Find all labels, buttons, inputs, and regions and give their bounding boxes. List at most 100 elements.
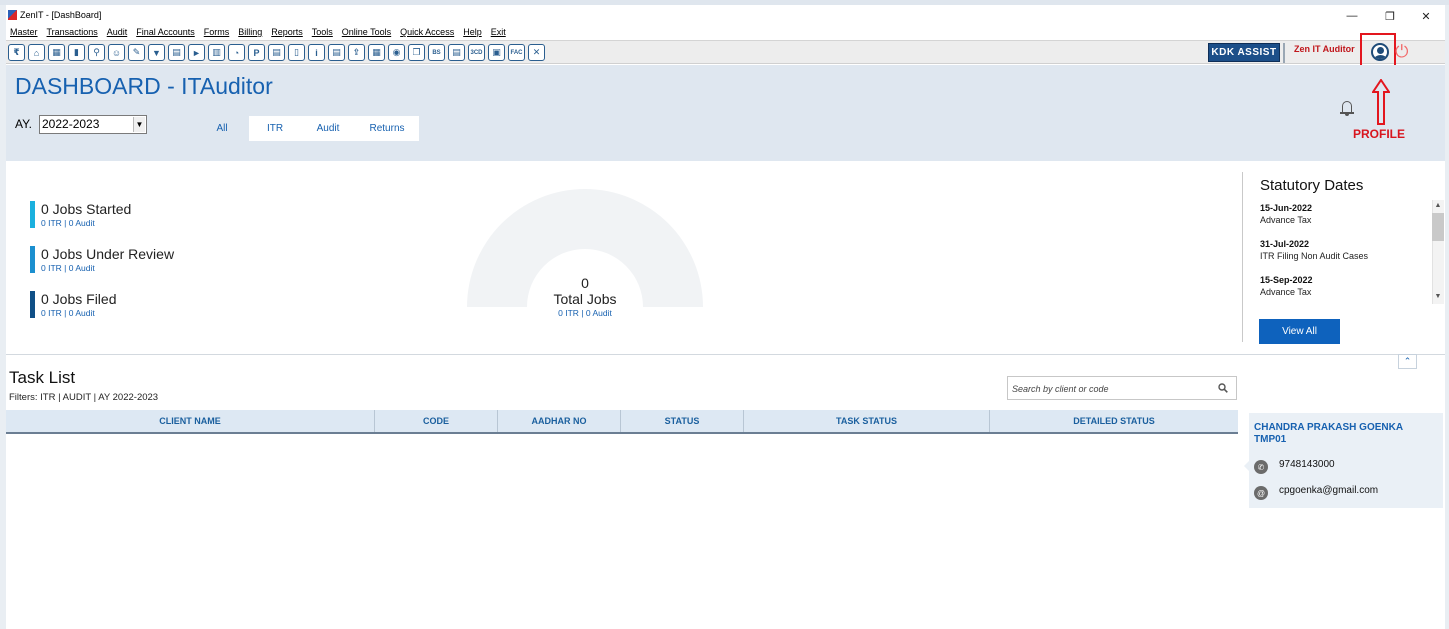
tree-icon[interactable]: ⚲ xyxy=(88,44,105,61)
jobs-filed-bar xyxy=(30,291,35,318)
contact-phone: 9748143000 xyxy=(1279,459,1335,470)
jobs-filed-title[interactable]: 0 Jobs Filed xyxy=(41,291,116,307)
rupee-icon[interactable]: ₹ xyxy=(8,44,25,61)
bar-chart-icon[interactable]: ▮ xyxy=(68,44,85,61)
tab-itr[interactable]: ITR xyxy=(249,116,301,141)
power-icon[interactable]: ⏻ xyxy=(1395,41,1408,63)
ay-select-value: 2022-2023 xyxy=(42,117,100,131)
pay-icon[interactable]: P xyxy=(248,44,265,61)
stack-icon[interactable]: ▤ xyxy=(448,44,465,61)
statutory-dates-heading: Statutory Dates xyxy=(1260,177,1364,194)
image-icon[interactable]: ▣ xyxy=(488,44,505,61)
contact-card: CHANDRA PRAKASH GOENKA TMP01 ✆ 974814300… xyxy=(1249,413,1443,508)
kdk-assist-button[interactable]: KDK ASSIST xyxy=(1208,43,1280,62)
jobs-started-bar xyxy=(30,201,35,228)
bs-icon[interactable]: BS xyxy=(428,44,445,61)
menu-forms[interactable]: Forms xyxy=(200,25,235,40)
chevron-down-icon[interactable]: ▼ xyxy=(133,117,145,132)
ledger-icon[interactable]: ▤ xyxy=(268,44,285,61)
toolbar-separator xyxy=(1283,43,1285,63)
total-jobs-value: 0 xyxy=(581,275,589,291)
statutory-event: Advance Tax xyxy=(1260,215,1312,225)
fac-icon[interactable]: FAC xyxy=(508,44,525,61)
tab-returns[interactable]: Returns xyxy=(355,116,419,141)
column-client-name[interactable]: CLIENT NAME xyxy=(6,410,375,432)
view-all-button[interactable]: View All xyxy=(1259,319,1340,344)
calendar-icon[interactable]: ▦ xyxy=(368,44,385,61)
statutory-date: 15-Jun-2022 xyxy=(1260,203,1313,213)
total-jobs-sub[interactable]: 0 ITR | 0 Audit xyxy=(467,308,703,318)
upload-icon[interactable]: ⇪ xyxy=(348,44,365,61)
copy-icon[interactable]: ❐ xyxy=(408,44,425,61)
jobs-under-review-bar xyxy=(30,246,35,273)
building-icon[interactable]: ▦ xyxy=(48,44,65,61)
play-icon[interactable]: ► xyxy=(188,44,205,61)
tab-all[interactable]: All xyxy=(195,116,249,141)
search-input[interactable] xyxy=(1012,381,1212,396)
page-title: DASHBOARD - ITAuditor xyxy=(15,73,273,99)
tab-audit[interactable]: Audit xyxy=(301,116,355,141)
window-title: ZenIT - [DashBoard] xyxy=(20,10,102,20)
menu-quick-access[interactable]: Quick Access xyxy=(396,25,459,40)
jobs-under-review-title[interactable]: 0 Jobs Under Review xyxy=(41,246,174,262)
menu-help[interactable]: Help xyxy=(459,25,487,40)
info-icon[interactable]: i xyxy=(308,44,325,61)
column-detailed-status[interactable]: DETAILED STATUS xyxy=(990,410,1238,432)
column-code[interactable]: CODE xyxy=(375,410,498,432)
search-icon[interactable] xyxy=(1218,383,1228,393)
menu-master[interactable]: Master xyxy=(6,25,43,40)
total-jobs-label: Total Jobs xyxy=(553,291,617,307)
filter-icon[interactable]: ▼ xyxy=(148,44,165,61)
tax-icon[interactable]: ▤ xyxy=(168,44,185,61)
chat-icon[interactable]: ◉ xyxy=(388,44,405,61)
calculator-icon[interactable]: ▥ xyxy=(208,44,225,61)
sheet-icon[interactable]: ▤ xyxy=(328,44,345,61)
statutory-date: 15-Sep-2022 xyxy=(1260,275,1313,285)
menu-transactions[interactable]: Transactions xyxy=(43,25,103,40)
close-circle-icon[interactable]: ✕ xyxy=(528,44,545,61)
statutory-event: Advance Tax xyxy=(1260,287,1312,297)
section-divider xyxy=(6,354,1445,355)
menu-audit[interactable]: Audit xyxy=(103,25,133,40)
pin-icon[interactable]: ✎ xyxy=(128,44,145,61)
menu-billing[interactable]: Billing xyxy=(234,25,267,40)
jobs-started-title[interactable]: 0 Jobs Started xyxy=(41,201,131,217)
column-task-status[interactable]: TASK STATUS xyxy=(744,410,990,432)
bell-icon[interactable] xyxy=(1340,100,1354,116)
statutory-divider xyxy=(1242,172,1243,342)
toolbar: ₹ ⌂ ▦ ▮ ⚲ ☺ ✎ ▼ ▤ ► ▥ ◔ P ▤ ▯ i ▤ ⇪ ▦ ◉ ❐ BS ▤ 3CD ▣ FAC ✕ KDK ASS… xyxy=(6,33,1445,74)
book-icon[interactable]: ▯ xyxy=(288,44,305,61)
minimize-button[interactable]: — xyxy=(1338,8,1366,24)
3cd-icon[interactable]: 3CD xyxy=(468,44,485,61)
jobs-under-review-sub[interactable]: 0 ITR | 0 Audit xyxy=(41,263,95,273)
collapse-button[interactable]: ⌃ xyxy=(1398,354,1417,369)
title-bar: ZenIT - [DashBoard] — ❐ ✕ xyxy=(6,5,1445,25)
email-icon: @ xyxy=(1254,486,1268,500)
scroll-up-icon[interactable]: ▲ xyxy=(1432,202,1444,209)
annotation-arrow-icon xyxy=(1372,79,1390,125)
contact-email[interactable]: cpgoenka@gmail.com xyxy=(1279,485,1378,496)
contact-code: TMP01 xyxy=(1254,434,1287,445)
menu-final-accounts[interactable]: Final Accounts xyxy=(132,25,200,40)
column-aadhar-no[interactable]: AADHAR NO xyxy=(498,410,621,432)
column-status[interactable]: STATUS xyxy=(621,410,744,432)
jobs-filed-sub[interactable]: 0 ITR | 0 Audit xyxy=(41,308,95,318)
window-right-edge xyxy=(1445,5,1449,629)
menu-reports[interactable]: Reports xyxy=(267,25,308,40)
jobs-started-sub[interactable]: 0 ITR | 0 Audit xyxy=(41,218,95,228)
menu-online-tools[interactable]: Online Tools xyxy=(338,25,396,40)
menu-exit[interactable]: Exit xyxy=(487,25,511,40)
statutory-scroll-thumb[interactable] xyxy=(1432,213,1444,241)
restore-button[interactable]: ❐ xyxy=(1376,8,1404,24)
home-icon[interactable]: ⌂ xyxy=(28,44,45,61)
profile-annotation-label: PROFILE xyxy=(1353,127,1406,141)
menu-tools[interactable]: Tools xyxy=(308,25,338,40)
zen-it-auditor-label: Zen IT Auditor xyxy=(1294,44,1355,54)
filter-tabs: All ITR Audit Returns xyxy=(195,116,419,141)
group-icon[interactable]: ☺ xyxy=(108,44,125,61)
ay-select[interactable]: 2022-2023 ▼ xyxy=(39,115,147,134)
statutory-date: 31-Jul-2022 xyxy=(1260,239,1310,249)
close-window-button[interactable]: ✕ xyxy=(1412,8,1440,24)
scroll-down-icon[interactable]: ▼ xyxy=(1432,293,1444,300)
pie-icon[interactable]: ◔ xyxy=(228,44,245,61)
